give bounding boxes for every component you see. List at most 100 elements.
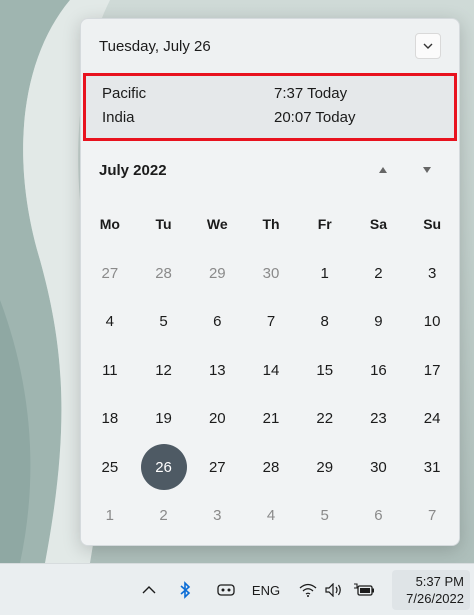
chevron-down-icon [423, 43, 433, 49]
calendar-day[interactable]: 15 [298, 346, 352, 395]
calendar-day[interactable]: 1 [298, 249, 352, 298]
calendar-day-number: 6 [374, 507, 383, 525]
calendar-day-number: 12 [155, 361, 172, 379]
chevron-up-icon [142, 586, 156, 594]
calendar-day-number: 31 [423, 458, 441, 476]
calendar-day-number: 1 [320, 264, 329, 282]
calendar-day[interactable]: 13 [190, 346, 244, 395]
previous-month-button[interactable] [371, 158, 395, 182]
calendar-day-number: 27 [101, 264, 119, 282]
calendar-day-number: 19 [155, 410, 172, 428]
calendar-day[interactable]: 6 [352, 492, 406, 541]
calendar-day[interactable]: 20 [190, 395, 244, 444]
calendar-day[interactable]: 21 [244, 395, 298, 444]
calendar-grid: Mo Tu We Th Fr Sa Su 27 28 29 30 1 2 3 4 5 6 7 8 9 10 11 12 13 1… [83, 199, 459, 540]
calendar-day[interactable]: 4 [83, 298, 137, 347]
weekday-header: Sa [369, 216, 387, 232]
meet-tray-button[interactable] [212, 564, 240, 615]
calendar-day-number: 20 [208, 410, 226, 428]
taskbar-clock[interactable]: 5:37 PM 7/26/2022 [392, 570, 470, 610]
show-hidden-icons-button[interactable] [136, 564, 162, 615]
calendar-day[interactable]: 7 [405, 492, 459, 541]
collapse-calendar-button[interactable] [415, 33, 441, 59]
calendar-flyout: Tuesday, July 26 Pacific 7:37 Today Indi… [80, 18, 460, 546]
calendar-day-number: 30 [370, 458, 387, 476]
calendar-day[interactable]: 23 [352, 395, 406, 444]
calendar-day[interactable]: 25 [83, 443, 137, 492]
calendar-day[interactable]: 7 [244, 298, 298, 347]
calendar-day-number: 14 [262, 361, 280, 379]
calendar-day-number: 23 [370, 410, 387, 428]
calendar-day[interactable]: 1 [83, 492, 137, 541]
calendar-day-number: 24 [423, 410, 441, 428]
calendar-day-number: 26 [155, 458, 172, 476]
calendar-day-number: 7 [266, 313, 276, 331]
taskbar-date: 7/26/2022 [406, 591, 464, 606]
calendar-day-number: 4 [105, 313, 115, 331]
calendar-day[interactable]: 27 [83, 249, 137, 298]
battery-tray-button[interactable] [350, 564, 378, 615]
triangle-up-icon [379, 167, 387, 173]
calendar-day[interactable]: 18 [83, 395, 137, 444]
next-month-button[interactable] [415, 158, 439, 182]
calendar-day-number: 15 [316, 361, 334, 379]
calendar-day[interactable]: 10 [405, 298, 459, 347]
calendar-day-number: 2 [374, 264, 383, 282]
calendar-day[interactable]: 2 [352, 249, 406, 298]
calendar-day[interactable]: 27 [190, 443, 244, 492]
calendar-day[interactable]: 12 [137, 346, 191, 395]
calendar-day-number: 25 [101, 458, 119, 476]
calendar-day-number: 10 [423, 313, 441, 331]
calendar-day[interactable]: 3 [190, 492, 244, 541]
month-label[interactable]: July 2022 [99, 162, 167, 179]
calendar-day[interactable]: 5 [137, 298, 191, 347]
calendar-day[interactable]: 31 [405, 443, 459, 492]
calendar-day-number: 17 [423, 361, 441, 379]
calendar-day[interactable]: 29 [190, 249, 244, 298]
calendar-day[interactable]: 28 [244, 443, 298, 492]
calendar-day[interactable]: 14 [244, 346, 298, 395]
calendar-day[interactable]: 17 [405, 346, 459, 395]
calendar-day-today[interactable]: 26 [137, 443, 191, 492]
calendar-day-number: 5 [320, 507, 329, 525]
battery-icon [354, 583, 374, 596]
calendar-day[interactable]: 30 [352, 443, 406, 492]
calendar-day-number: 29 [316, 458, 334, 476]
calendar-day[interactable]: 22 [298, 395, 352, 444]
calendar-day[interactable]: 29 [298, 443, 352, 492]
calendar-day[interactable]: 16 [352, 346, 406, 395]
bluetooth-tray-button[interactable] [172, 564, 198, 615]
weekday-header: Tu [155, 216, 172, 232]
calendar-day-number: 1 [105, 507, 115, 525]
language-indicator[interactable]: ENG [248, 564, 284, 615]
volume-tray-button[interactable] [322, 564, 346, 615]
clock-time-india: 20:07 Today [274, 108, 356, 126]
calendar-day-number: 11 [102, 361, 118, 379]
bluetooth-icon [180, 581, 191, 599]
calendar-day[interactable]: 3 [405, 249, 459, 298]
calendar-day-number: 18 [101, 410, 119, 428]
calendar-day[interactable]: 28 [137, 249, 191, 298]
calendar-day-number: 4 [266, 507, 276, 525]
network-tray-button[interactable] [296, 564, 320, 615]
taskbar: ENG 5:37 PM 7/26/2022 [0, 563, 474, 615]
triangle-down-icon [423, 167, 431, 173]
clock-zone-pacific: Pacific [102, 85, 147, 102]
calendar-day[interactable]: 24 [405, 395, 459, 444]
calendar-day-number: 28 [155, 264, 172, 282]
calendar-day[interactable]: 8 [298, 298, 352, 347]
month-nav [371, 158, 439, 182]
calendar-day[interactable]: 6 [190, 298, 244, 347]
taskbar-time: 5:37 PM [415, 574, 464, 589]
calendar-day-number: 2 [159, 507, 168, 525]
calendar-day[interactable]: 4 [244, 492, 298, 541]
calendar-day[interactable]: 2 [137, 492, 191, 541]
meet-icon [217, 584, 235, 596]
clock-time-pacific: 7:37 Today [274, 85, 348, 102]
calendar-day[interactable]: 9 [352, 298, 406, 347]
calendar-day[interactable]: 5 [298, 492, 352, 541]
calendar-day-number: 13 [208, 361, 226, 379]
calendar-day[interactable]: 30 [244, 249, 298, 298]
calendar-day[interactable]: 11 [83, 346, 137, 395]
calendar-day[interactable]: 19 [137, 395, 191, 444]
